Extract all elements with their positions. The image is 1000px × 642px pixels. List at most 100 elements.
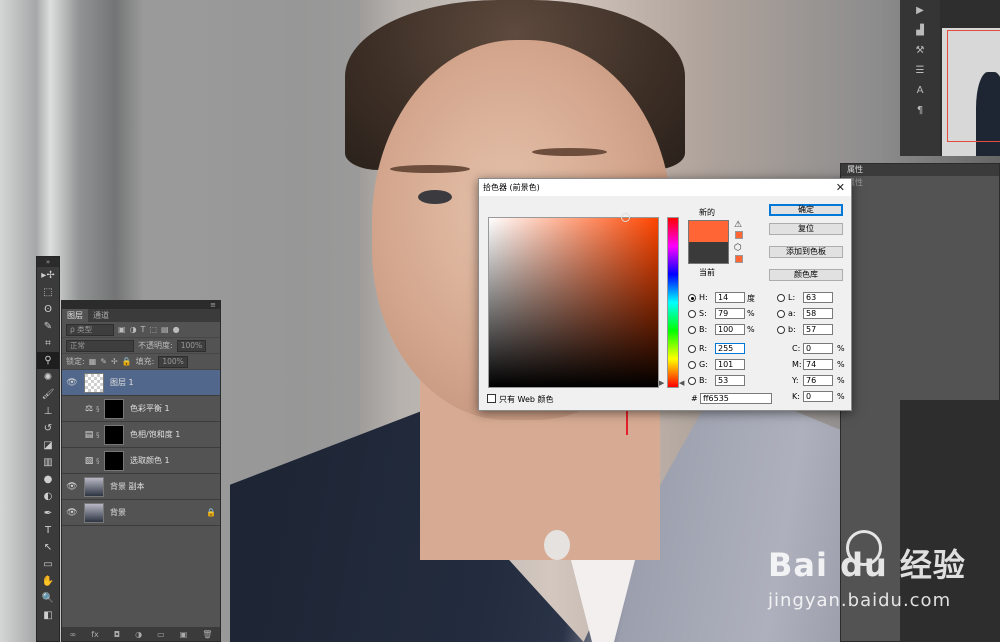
- default-colors-icon[interactable]: ◧: [37, 607, 59, 624]
- blend-mode-select[interactable]: 正常: [66, 339, 134, 352]
- layer-name[interactable]: 色彩平衡 1: [128, 403, 220, 414]
- reset-button[interactable]: 复位: [769, 223, 843, 235]
- toolbar-grip[interactable]: »: [37, 257, 59, 267]
- move-icon[interactable]: ▸✢: [37, 267, 59, 284]
- layer-name[interactable]: 色相/饱和度 1: [128, 429, 220, 440]
- input-a[interactable]: 58: [803, 308, 833, 319]
- visibility-eye-icon[interactable]: 👁: [62, 508, 82, 518]
- radio-s[interactable]: [688, 310, 696, 318]
- layer-name[interactable]: 背景 副本: [108, 481, 220, 492]
- marquee-icon[interactable]: ⬚: [37, 284, 59, 301]
- eraser-icon[interactable]: ◪: [37, 437, 59, 454]
- input-g[interactable]: 101: [715, 359, 745, 370]
- ok-button[interactable]: 确定: [769, 204, 843, 216]
- radio-g[interactable]: [688, 361, 696, 369]
- fx-icon[interactable]: fx: [91, 630, 99, 639]
- properties-title[interactable]: 属性: [841, 164, 999, 176]
- mask-link-icon[interactable]: §: [96, 457, 104, 465]
- filter-pixel-icon[interactable]: ▣: [118, 325, 126, 334]
- color-cursor[interactable]: [621, 213, 630, 222]
- tools-icon[interactable]: ⚒: [900, 40, 940, 60]
- filter-shape-icon[interactable]: ⬚: [149, 325, 157, 334]
- gradient-icon[interactable]: ▥: [37, 454, 59, 471]
- filter-adjust-icon[interactable]: ◑: [130, 325, 137, 334]
- mask-link-icon[interactable]: §: [96, 405, 104, 413]
- blur-icon[interactable]: ●: [37, 471, 59, 488]
- hue-arrow-right-icon[interactable]: ◀: [679, 379, 684, 387]
- web-safe-icon[interactable]: ⬡: [734, 243, 742, 253]
- layer-row[interactable]: ⚖ § 色彩平衡 1: [62, 396, 220, 422]
- new-layer-icon[interactable]: ▣: [180, 630, 188, 639]
- layer-thumbnail[interactable]: [84, 372, 104, 393]
- layer-thumbnail[interactable]: [84, 476, 104, 497]
- radio-a[interactable]: [777, 310, 785, 318]
- layer-thumbnail[interactable]: [104, 424, 124, 445]
- radio-r[interactable]: [688, 345, 696, 353]
- hue-slider[interactable]: [667, 217, 679, 388]
- input-lb[interactable]: 57: [803, 324, 833, 335]
- new-group-icon[interactable]: ▭: [157, 630, 165, 639]
- crop-icon[interactable]: ⌗: [37, 335, 59, 352]
- radio-bl[interactable]: [688, 377, 696, 385]
- input-k[interactable]: 0: [803, 391, 833, 402]
- new-adjustment-icon[interactable]: ◑: [135, 630, 142, 639]
- gamut-swatch[interactable]: [735, 231, 743, 239]
- zoom-icon[interactable]: 🔍: [37, 590, 59, 607]
- lock-position-icon[interactable]: ✢: [111, 357, 118, 366]
- input-m[interactable]: 74: [803, 359, 833, 370]
- filter-toggle-icon[interactable]: ●: [173, 325, 180, 334]
- add-mask-icon[interactable]: ◘: [114, 630, 120, 639]
- lock-transparent-icon[interactable]: ▦: [89, 357, 97, 366]
- tab-layers[interactable]: 图层: [62, 309, 88, 322]
- close-icon[interactable]: ✕: [836, 179, 845, 196]
- type-icon[interactable]: T: [37, 522, 59, 539]
- stamp-icon[interactable]: ⊥: [37, 403, 59, 420]
- quick-select-icon[interactable]: ✎: [37, 318, 59, 335]
- web-colors-checkbox[interactable]: [487, 394, 496, 403]
- color-libraries-button[interactable]: 颜色库: [769, 269, 843, 281]
- history-brush-icon[interactable]: ↺: [37, 420, 59, 437]
- add-to-swatches-button[interactable]: 添加到色板: [769, 246, 843, 258]
- path-select-icon[interactable]: ↖: [37, 539, 59, 556]
- tab-channels[interactable]: 通道: [88, 309, 114, 322]
- histogram-icon[interactable]: ▟: [900, 20, 940, 40]
- layer-thumbnail[interactable]: [104, 450, 124, 471]
- input-h[interactable]: 14: [715, 292, 745, 303]
- navigator-view-frame[interactable]: [947, 30, 1000, 142]
- hue-arrow-left-icon[interactable]: ▶: [659, 379, 664, 387]
- character-icon[interactable]: A: [900, 80, 940, 100]
- layer-thumbnail[interactable]: [104, 398, 124, 419]
- radio-l[interactable]: [777, 294, 785, 302]
- dialog-titlebar[interactable]: 拾色器 (前景色) ✕: [479, 179, 851, 196]
- layer-name[interactable]: 选取颜色 1: [128, 455, 220, 466]
- filter-type-icon[interactable]: T: [141, 325, 146, 334]
- pen-icon[interactable]: ✒: [37, 505, 59, 522]
- lock-all-icon[interactable]: 🔒: [122, 357, 132, 366]
- input-s[interactable]: 79: [715, 308, 745, 319]
- layer-name[interactable]: 背景: [108, 507, 206, 518]
- input-l[interactable]: 63: [803, 292, 833, 303]
- input-bl[interactable]: 53: [715, 375, 745, 386]
- layer-row[interactable]: 👁 图层 1: [62, 370, 220, 396]
- hand-icon[interactable]: ✋: [37, 573, 59, 590]
- lock-pixels-icon[interactable]: ✎: [100, 357, 107, 366]
- dodge-icon[interactable]: ◐: [37, 488, 59, 505]
- visibility-eye-icon[interactable]: 👁: [62, 378, 82, 388]
- opacity-field[interactable]: 100%: [176, 339, 207, 352]
- input-c[interactable]: 0: [803, 343, 833, 354]
- input-y[interactable]: 76: [803, 375, 833, 386]
- current-color-swatch[interactable]: [688, 242, 729, 264]
- navigator-thumbnail[interactable]: [942, 28, 1000, 156]
- filter-smart-icon[interactable]: ▤: [161, 325, 169, 334]
- paragraph-icon[interactable]: ¶: [900, 100, 940, 120]
- gamut-warning-icon[interactable]: ⚠: [734, 220, 742, 230]
- input-b[interactable]: 100: [715, 324, 745, 335]
- lasso-icon[interactable]: ʘ: [37, 301, 59, 318]
- web-safe-swatch[interactable]: [735, 255, 743, 263]
- trash-icon[interactable]: 🗑: [202, 630, 212, 639]
- link-layers-icon[interactable]: ∞: [70, 630, 77, 639]
- play-icon[interactable]: ▶: [900, 0, 940, 20]
- visibility-eye-icon[interactable]: 👁: [62, 482, 82, 492]
- layer-thumbnail[interactable]: [84, 502, 104, 523]
- layers-grip[interactable]: ≡: [62, 301, 220, 309]
